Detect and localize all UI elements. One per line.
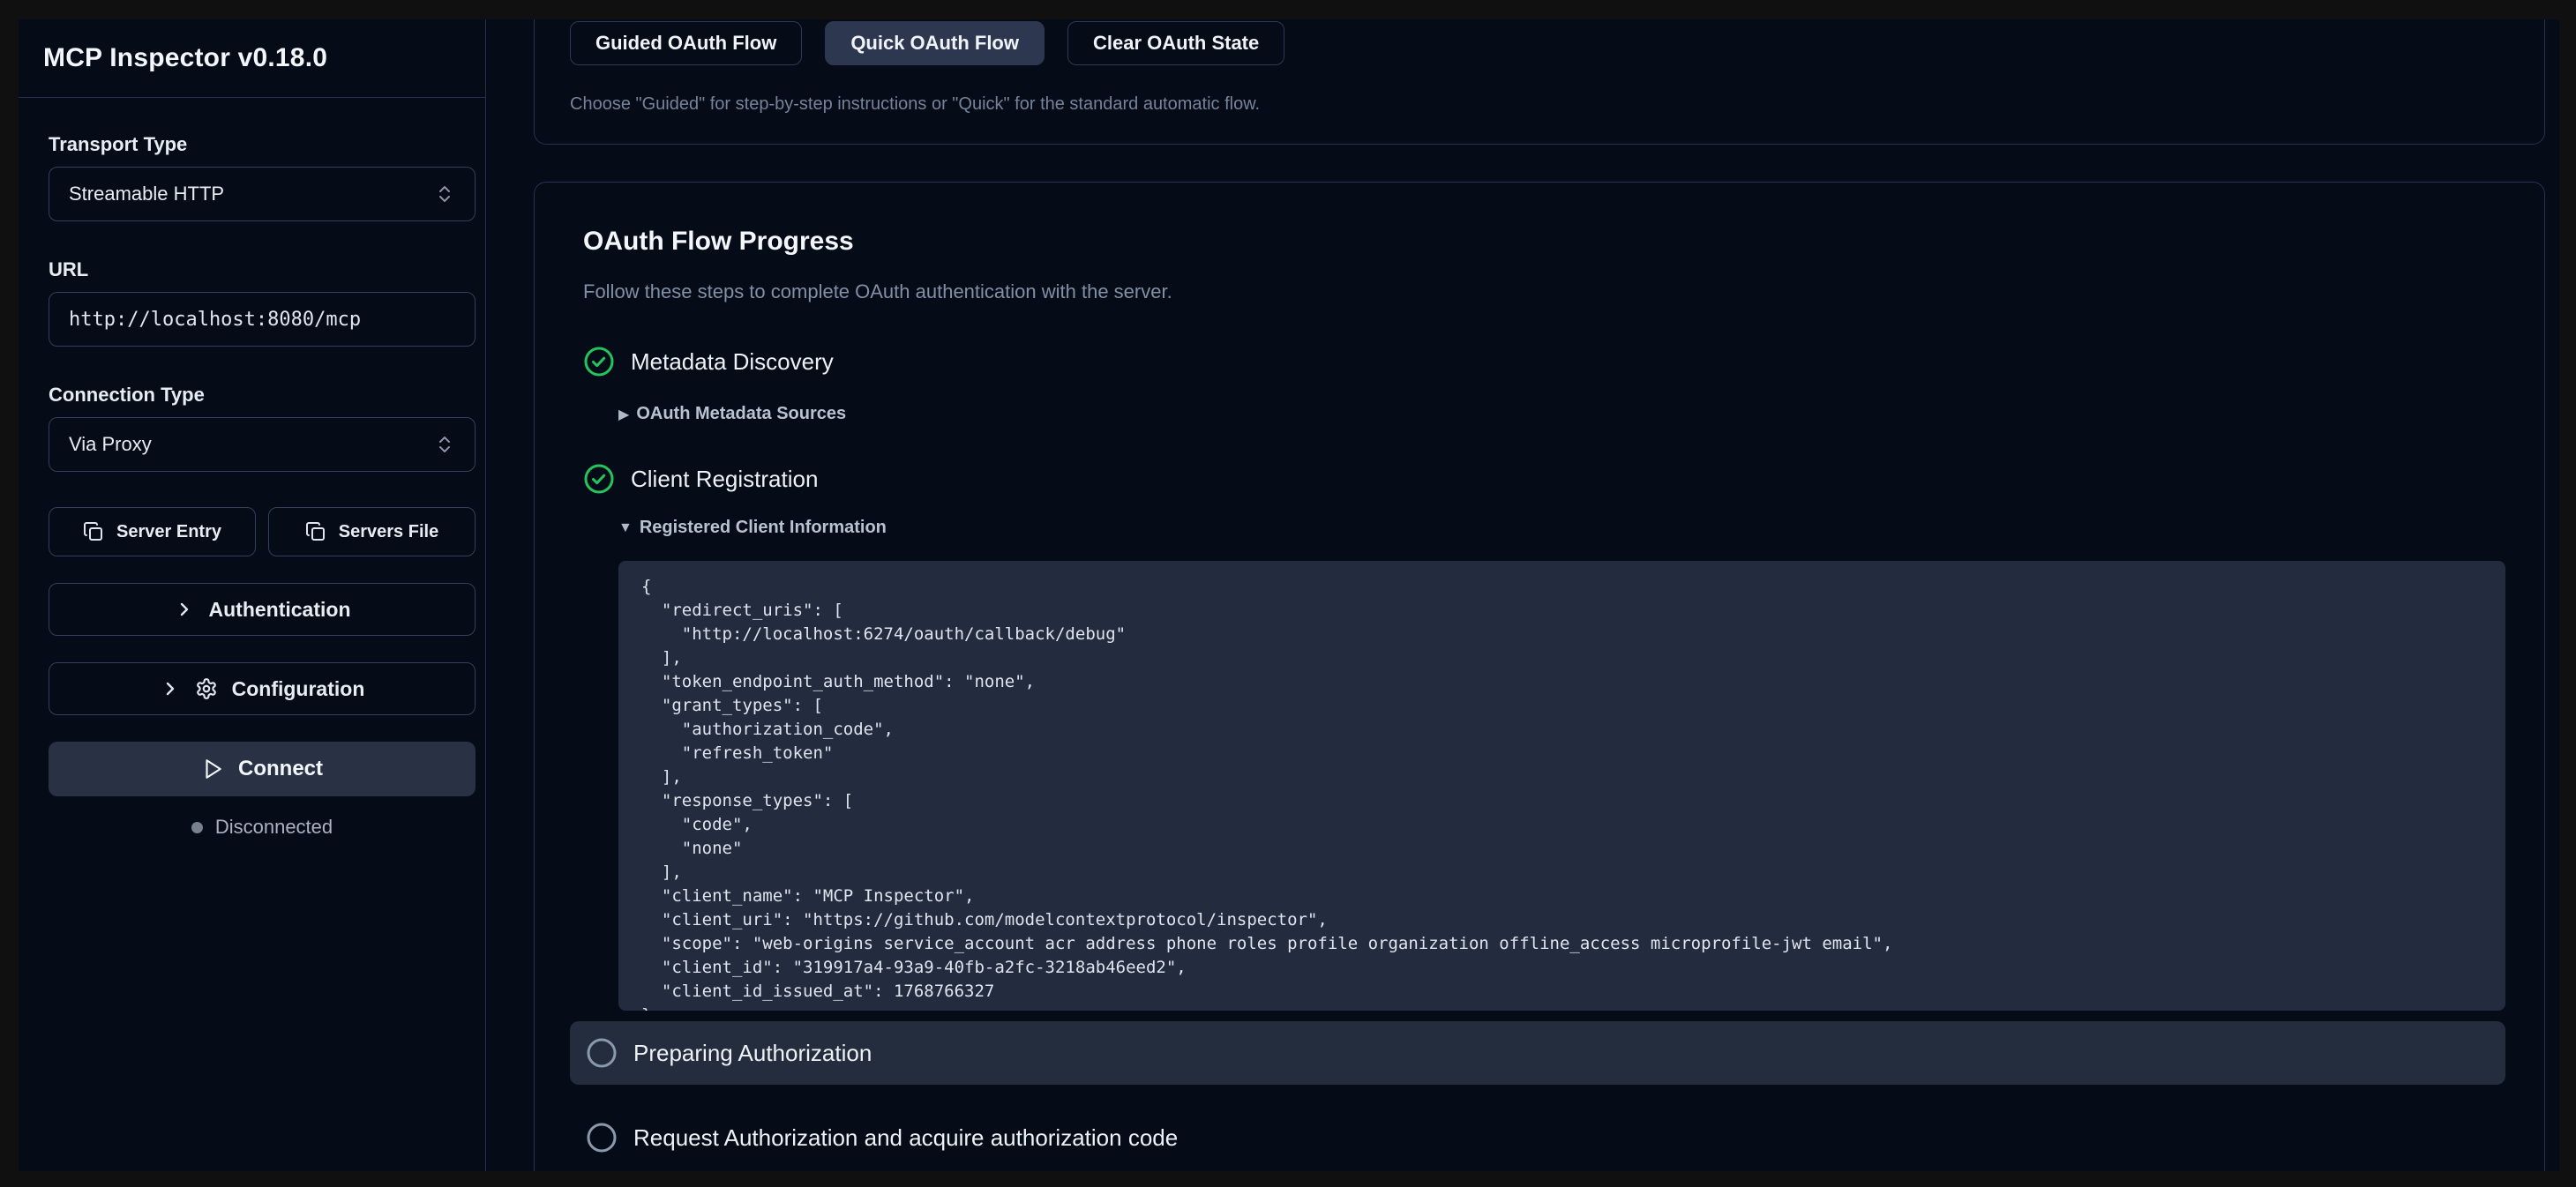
connection-type-select[interactable]: Via Proxy <box>49 417 476 472</box>
app-title: MCP Inspector v0.18.0 <box>43 43 327 73</box>
triangle-down-icon: ▼ <box>618 520 633 536</box>
oauth-progress-title: OAuth Flow Progress <box>583 227 2505 257</box>
code-line: ], <box>641 646 2482 670</box>
code-line: "redirect_uris": [ <box>641 599 2482 623</box>
registered-client-json-block[interactable]: { "redirect_uris": [ "http://localhost:6… <box>618 561 2505 1011</box>
chevron-right-icon <box>160 678 181 699</box>
connection-type-value: Via Proxy <box>69 433 152 456</box>
step-title: Client Registration <box>631 466 818 493</box>
code-line: "none" <box>641 837 2482 861</box>
authentication-toggle[interactable]: Authentication <box>49 583 476 636</box>
server-entry-label: Server Entry <box>116 522 221 542</box>
url-input-wrapper <box>49 292 476 347</box>
step-client-registration: Client Registration <box>583 463 2505 495</box>
oauth-toolbar-helper-text: Choose "Guided" for step-by-step instruc… <box>570 94 2509 115</box>
step-metadata-discovery: Metadata Discovery <box>583 346 2505 377</box>
copy-icon <box>83 521 104 542</box>
code-line: "client_id_issued_at": 1768766327 <box>641 980 2482 1004</box>
url-input[interactable] <box>69 309 455 331</box>
code-line: ], <box>641 861 2482 885</box>
status-text: Disconnected <box>215 816 333 839</box>
check-circle-icon <box>583 346 615 377</box>
code-line: "response_types": [ <box>641 789 2482 813</box>
quick-oauth-flow-button[interactable]: Quick OAuth Flow <box>825 21 1045 65</box>
server-buttons-row: Server Entry Servers File <box>49 507 476 556</box>
screenshot-viewport: MCP Inspector v0.18.0 Transport Type Str… <box>0 0 2576 1187</box>
code-line: ], <box>641 765 2482 789</box>
sidebar-header: MCP Inspector v0.18.0 <box>19 19 485 98</box>
oauth-toolbar-buttons: Guided OAuth Flow Quick OAuth Flow Clear… <box>570 21 2509 65</box>
oauth-metadata-sources-toggle[interactable]: ▶ OAuth Metadata Sources <box>618 404 2505 424</box>
sidebar-body: Transport Type Streamable HTTP URL <box>19 98 485 839</box>
servers-file-label: Servers File <box>339 522 438 542</box>
clear-oauth-state-button[interactable]: Clear OAuth State <box>1067 21 1284 65</box>
oauth-flow-progress-card: OAuth Flow Progress Follow these steps t… <box>534 182 2545 1171</box>
step-preparing-authorization: Preparing Authorization <box>570 1021 2505 1085</box>
sidebar: MCP Inspector v0.18.0 Transport Type Str… <box>19 19 486 1171</box>
step-title: Request Authorization and acquire author… <box>633 1124 1178 1152</box>
empty-circle-icon <box>586 1122 618 1153</box>
code-line: "client_id": "319917a4-93a9-40fb-a2fc-32… <box>641 956 2482 980</box>
chevron-right-icon <box>174 599 195 620</box>
main-content: Guided OAuth Flow Quick OAuth Flow Clear… <box>486 19 2559 1171</box>
code-line: "refresh_token" <box>641 742 2482 765</box>
servers-file-button[interactable]: Servers File <box>268 507 476 556</box>
empty-circle-icon <box>586 1037 618 1069</box>
code-line: } <box>641 1004 2482 1011</box>
configuration-label: Configuration <box>232 677 365 701</box>
status-dot-icon <box>191 822 203 833</box>
gear-icon <box>195 677 218 700</box>
transport-type-group: Transport Type Streamable HTTP <box>49 133 473 221</box>
connect-label: Connect <box>238 757 323 781</box>
code-line: { <box>641 575 2482 599</box>
connect-button[interactable]: Connect <box>49 742 476 796</box>
code-line: "code", <box>641 813 2482 837</box>
code-line: "scope": "web-origins service_account ac… <box>641 932 2482 956</box>
step-title: Metadata Discovery <box>631 348 834 376</box>
oauth-metadata-sources-label: OAuth Metadata Sources <box>636 404 846 424</box>
play-icon <box>201 758 224 780</box>
triangle-right-icon: ▶ <box>618 406 629 423</box>
oauth-toolbar-card: Guided OAuth Flow Quick OAuth Flow Clear… <box>534 19 2545 145</box>
guided-oauth-flow-button[interactable]: Guided OAuth Flow <box>570 21 802 65</box>
connection-type-group: Connection Type Via Proxy <box>49 384 473 472</box>
step-request-authorization: Request Authorization and acquire author… <box>570 1111 2505 1164</box>
transport-type-value: Streamable HTTP <box>69 183 224 205</box>
mcp-inspector-app: MCP Inspector v0.18.0 Transport Type Str… <box>19 19 2559 1171</box>
oauth-progress-subtitle: Follow these steps to complete OAuth aut… <box>583 280 2505 303</box>
code-line: "token_endpoint_auth_method": "none", <box>641 670 2482 694</box>
transport-type-select[interactable]: Streamable HTTP <box>49 167 476 221</box>
registered-client-info-label: Registered Client Information <box>640 518 887 538</box>
step-title: Preparing Authorization <box>633 1040 872 1067</box>
oauth-steps: Metadata Discovery ▶ OAuth Metadata Sour… <box>583 346 2505 1164</box>
url-label: URL <box>49 258 473 281</box>
transport-type-label: Transport Type <box>49 133 473 156</box>
url-group: URL <box>49 258 473 347</box>
server-entry-button[interactable]: Server Entry <box>49 507 256 556</box>
connection-status: Disconnected <box>49 816 476 839</box>
registered-client-info-toggle[interactable]: ▼ Registered Client Information <box>618 518 2505 538</box>
authentication-label: Authentication <box>209 598 351 622</box>
chevrons-up-down-icon <box>434 434 455 455</box>
configuration-toggle[interactable]: Configuration <box>49 662 476 715</box>
code-line: "http://localhost:6274/oauth/callback/de… <box>641 623 2482 646</box>
check-circle-icon <box>583 463 615 495</box>
code-line: "authorization_code", <box>641 718 2482 742</box>
chevrons-up-down-icon <box>434 183 455 205</box>
code-line: "client_name": "MCP Inspector", <box>641 885 2482 908</box>
code-line: "grant_types": [ <box>641 694 2482 718</box>
code-line: "client_uri": "https://github.com/modelc… <box>641 908 2482 932</box>
copy-icon <box>305 521 326 542</box>
connection-type-label: Connection Type <box>49 384 473 407</box>
